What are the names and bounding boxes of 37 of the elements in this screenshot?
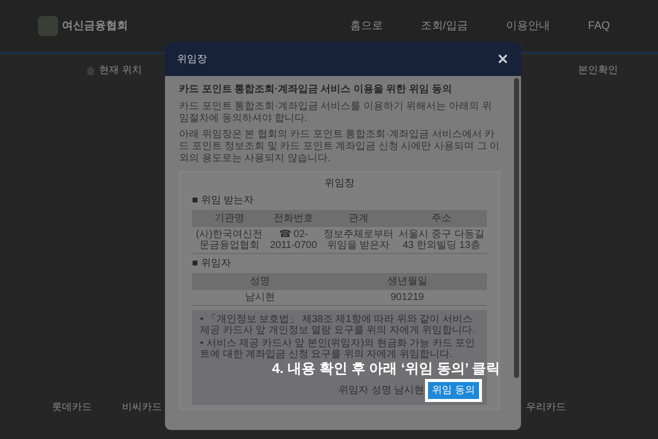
nav-link[interactable]: 이용안내: [506, 18, 550, 34]
close-button[interactable]: ✕: [497, 48, 509, 70]
table-cell: ☎ 02-2011-0700: [266, 226, 321, 253]
scrollbar[interactable]: [514, 78, 519, 378]
signer-text: 위임자 성명 남시현: [338, 384, 424, 398]
table-cell: 정보주체로부터 위임을 받은자: [320, 226, 396, 253]
column-header: 관계: [320, 210, 396, 226]
column-header: 성명: [192, 272, 328, 290]
table-cell: 서울시 중구 다동길 43 한외빌딩 13층: [396, 226, 487, 253]
column-header: 생년월일: [328, 272, 487, 290]
page-label: 본인확인: [578, 64, 618, 78]
instruction-caption: 4. 내용 확인 후 아래 ‘위임 동의’ 클릭: [272, 359, 500, 378]
agree-button[interactable]: 위임 동의: [428, 382, 479, 398]
column-header: 전화번호: [266, 210, 321, 226]
column-header: 기관명: [192, 210, 266, 226]
table-cell: (사)한국여신전문금융업협회: [192, 226, 266, 253]
partner-logo-text: 롯데카드: [52, 400, 92, 414]
modal-title: 위임장: [177, 52, 207, 66]
breadcrumb-text: 현재 위치: [99, 64, 142, 78]
intro-paragraph: 아래 위임장은 본 협회의 카드 포인트 통합조회·계좌입금 서비스에서 카드 포인트 정보조회 및 카드 포인트 계좌입금 신청 시에만 사용되며 그 이외의 용도로는 사용되지 않습니다.: [179, 128, 500, 164]
nav-link[interactable]: FAQ: [588, 18, 610, 34]
nav-link[interactable]: 홈으로: [350, 18, 383, 34]
column-header: 주소: [396, 210, 487, 226]
table-cell: 901219: [328, 290, 487, 305]
section-title: ■ 위임자: [192, 256, 232, 270]
logo-text: 여신금융협회: [62, 18, 128, 34]
notice-text: • 서비스 제공 카드사 앞 본인(위임자)의 현금화 가능 카드 포인트에 대한 계좌입금 신청 요구를 위의 자에게 위임합니다.: [200, 338, 476, 360]
section-title: ■ 위임 받는자: [192, 194, 255, 208]
logo-icon: [38, 16, 58, 36]
document-title: 위임장: [324, 176, 356, 190]
table-cell: 남시현: [192, 290, 328, 305]
partner-logo-text: 비씨카드: [122, 400, 162, 414]
modal-heading: 카드 포인트 통합조회·계좌입금 서비스 이용을 위한 위임 동의: [179, 84, 453, 96]
nav-link[interactable]: 조회/입금: [420, 18, 468, 34]
partner-logo-text: 우리카드: [526, 400, 566, 414]
notice-text: • 「개인정보 보호법」 제38조 제1항에 따라 위와 같이 서비스 제공 카드사 앞 개인정보 열람 요구를 위의 자에게 위임합니다.: [200, 314, 476, 336]
intro-paragraph: 카드 포인트 통합조회·계좌입금 서비스를 이용하기 위해서는 아래의 위임절차에 동의하셔야 합니다.: [179, 100, 493, 124]
